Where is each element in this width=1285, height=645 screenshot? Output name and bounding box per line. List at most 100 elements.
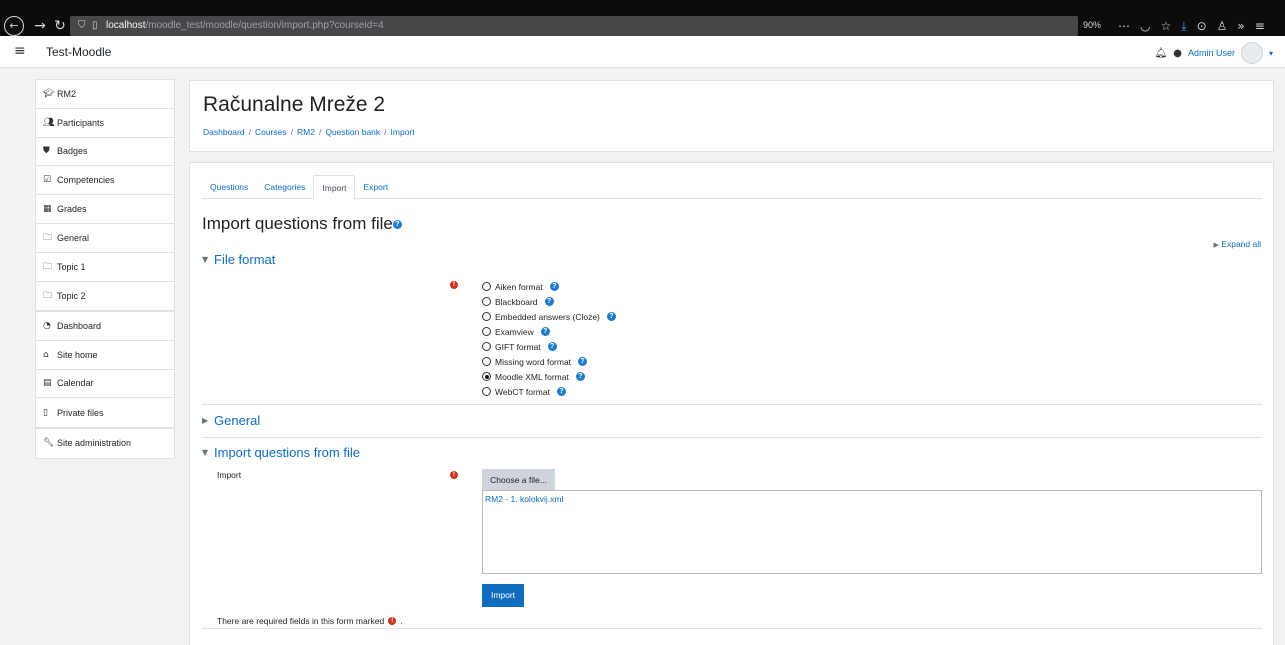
sidebar-item-site-administration[interactable]: 🔧︎ Site administration <box>36 429 174 458</box>
tab-categories[interactable]: Categories <box>256 175 313 198</box>
format-option[interactable]: Blackboard? <box>482 294 616 309</box>
format-option[interactable]: Aiken format? <box>482 279 616 294</box>
format-option-label: Missing word format <box>495 356 572 367</box>
breadcrumb-question-bank[interactable]: Question bank <box>325 127 380 137</box>
page-actions-icon[interactable]: ⋯ <box>1118 19 1130 33</box>
breadcrumb-import[interactable]: Import <box>391 127 415 137</box>
radio-unchecked[interactable] <box>482 297 491 306</box>
selected-file-name[interactable]: RM2 - 1. kolokvij.xml <box>485 494 563 504</box>
radio-checked[interactable] <box>482 372 491 381</box>
sidebar-item-site-home[interactable]: ⌂ Site home <box>36 341 174 370</box>
page-header: Računalne Mreže 2 Dashboard / Courses / RM… <box>189 80 1274 152</box>
format-option[interactable]: WebCT format? <box>482 384 616 399</box>
page-icon: ▯ <box>92 20 98 31</box>
download-icon[interactable]: ⤓ <box>1181 19 1186 34</box>
radio-unchecked[interactable] <box>482 282 491 291</box>
sidebar-item-participants[interactable]: 👥︎ Participants <box>36 109 174 138</box>
site-name[interactable]: Test-Moodle <box>46 45 111 59</box>
calendar-icon: ▤ <box>43 378 52 389</box>
radio-unchecked[interactable] <box>482 312 491 321</box>
format-option[interactable]: Examview? <box>482 324 616 339</box>
folder-icon: 🗀 <box>43 232 53 243</box>
caret-down-icon[interactable]: ▾ <box>1269 49 1273 58</box>
help-icon[interactable]: ? <box>606 312 616 321</box>
help-icon[interactable]: ? <box>575 372 585 381</box>
menu-icon[interactable]: ≡ <box>1255 19 1265 33</box>
sidebar-item-grades[interactable]: ▦ Grades <box>36 195 174 224</box>
pocket-icon[interactable]: ◡ <box>1140 19 1150 33</box>
format-option[interactable]: Missing word format? <box>482 354 616 369</box>
tab-questions[interactable]: Questions <box>202 175 256 198</box>
sidebar-item-general[interactable]: 🗀 General <box>36 224 174 253</box>
format-option[interactable]: Embedded answers (Cloze)? <box>482 309 616 324</box>
help-icon[interactable]: ? <box>544 297 554 306</box>
format-option-label: Embedded answers (Cloze) <box>495 311 600 322</box>
choose-file-button[interactable]: Choose a file... <box>482 469 555 492</box>
sidebar-item-badges[interactable]: ⛊ Badges <box>36 138 174 167</box>
required-note-end: . <box>400 616 403 626</box>
format-option-label: Aiken format <box>495 281 543 292</box>
sidebar-item-label: Topic 1 <box>57 261 86 272</box>
sidebar-item-label: Private files <box>57 407 104 418</box>
radio-unchecked[interactable] <box>482 342 491 351</box>
moodle-navbar: ≡ Test-Moodle 🔔︎ ● Admin User ▾ <box>0 36 1285 68</box>
hamburger-menu-icon[interactable]: ≡ <box>14 43 26 59</box>
breadcrumb: Dashboard / Courses / RM2/ Question bank / … <box>203 127 415 137</box>
chevron-down-icon: ▼ <box>202 448 209 457</box>
sidebar-item-topic-2[interactable]: 🗀 Topic 2 <box>36 282 174 311</box>
bookmark-star-icon[interactable]: ☆ <box>1160 19 1171 33</box>
users-icon: 👥︎ <box>43 117 55 128</box>
avatar[interactable] <box>1240 42 1263 64</box>
chat-bubble-icon[interactable]: ● <box>1173 48 1182 59</box>
section-file-format-toggle[interactable]: ▼ File format <box>202 252 275 267</box>
overflow-chevron-icon[interactable]: » <box>1237 19 1244 33</box>
format-option[interactable]: GIFT format? <box>482 339 616 354</box>
sidebar-item-label: Badges <box>57 146 88 157</box>
help-icon[interactable]: ? <box>556 387 566 396</box>
sidebar-item-competencies[interactable]: ☑ Competencies <box>36 166 174 196</box>
sidebar-item-calendar[interactable]: ▤ Calendar <box>36 370 174 399</box>
breadcrumb-separator: / <box>290 127 293 137</box>
sidebar-item-dashboard[interactable]: ◔ Dashboard <box>36 312 174 341</box>
radio-unchecked[interactable] <box>482 357 491 366</box>
tab-import[interactable]: Import <box>313 175 356 200</box>
help-icon[interactable]: ? <box>578 357 588 366</box>
file-dropzone[interactable]: RM2 - 1. kolokvij.xml <box>482 490 1262 574</box>
help-icon[interactable]: ? <box>540 327 550 336</box>
breadcrumb-courses[interactable]: Courses <box>255 127 287 137</box>
sidebar-item-private-files[interactable]: ▯ Private files <box>36 398 174 427</box>
zoom-level[interactable]: 90% <box>1083 20 1101 30</box>
breadcrumb-rm2[interactable]: RM2 <box>297 127 315 137</box>
format-option-label: GIFT format <box>495 341 541 352</box>
help-icon[interactable]: ? <box>549 282 559 291</box>
format-radio-group: Aiken format? Blackboard? Embedded answers… <box>482 279 616 399</box>
back-arrow-icon[interactable]: ← <box>4 16 24 36</box>
help-icon[interactable]: ? <box>547 342 557 351</box>
url-bar[interactable]: ⛉ ▯ localhost/moodle_test/moodle/question/… <box>70 16 1078 36</box>
import-button[interactable]: Import <box>482 584 524 607</box>
section-general-toggle[interactable]: ▶ General <box>202 413 260 428</box>
forward-arrow-icon[interactable]: → <box>30 16 50 36</box>
user-name[interactable]: Admin User <box>1188 48 1235 58</box>
tab-export[interactable]: Export <box>355 175 396 198</box>
sidebar-item-topic-1[interactable]: 🗀 Topic 1 <box>36 253 174 282</box>
account-icon[interactable]: ⊙ <box>1197 19 1207 33</box>
breadcrumb-dashboard[interactable]: Dashboard <box>203 127 245 137</box>
radio-unchecked[interactable] <box>482 387 491 396</box>
expand-all-link[interactable]: ▶ Expand all <box>1214 239 1261 249</box>
required-icon: ! <box>450 281 458 289</box>
import-field-label: Import <box>217 470 242 480</box>
sidebar-item-rm2[interactable]: 🎓︎ RM2 <box>36 80 174 109</box>
help-icon[interactable]: ? <box>392 220 402 230</box>
breadcrumb-separator: / <box>318 127 322 137</box>
graduation-cap-icon: 🎓︎ <box>43 88 55 99</box>
reload-icon[interactable]: ↻ <box>50 16 70 36</box>
chevron-down-icon: ▼ <box>202 255 209 264</box>
bell-icon[interactable]: 🔔︎ <box>1155 48 1168 59</box>
radio-unchecked[interactable] <box>482 327 491 336</box>
format-option[interactable]: Moodle XML format? <box>482 369 616 384</box>
extension-icon[interactable]: ♙ <box>1217 19 1228 33</box>
breadcrumb-separator: / <box>384 127 387 137</box>
section-import-toggle[interactable]: ▼ Import questions from file <box>202 445 360 460</box>
sidebar-item-label: Grades <box>57 204 87 215</box>
